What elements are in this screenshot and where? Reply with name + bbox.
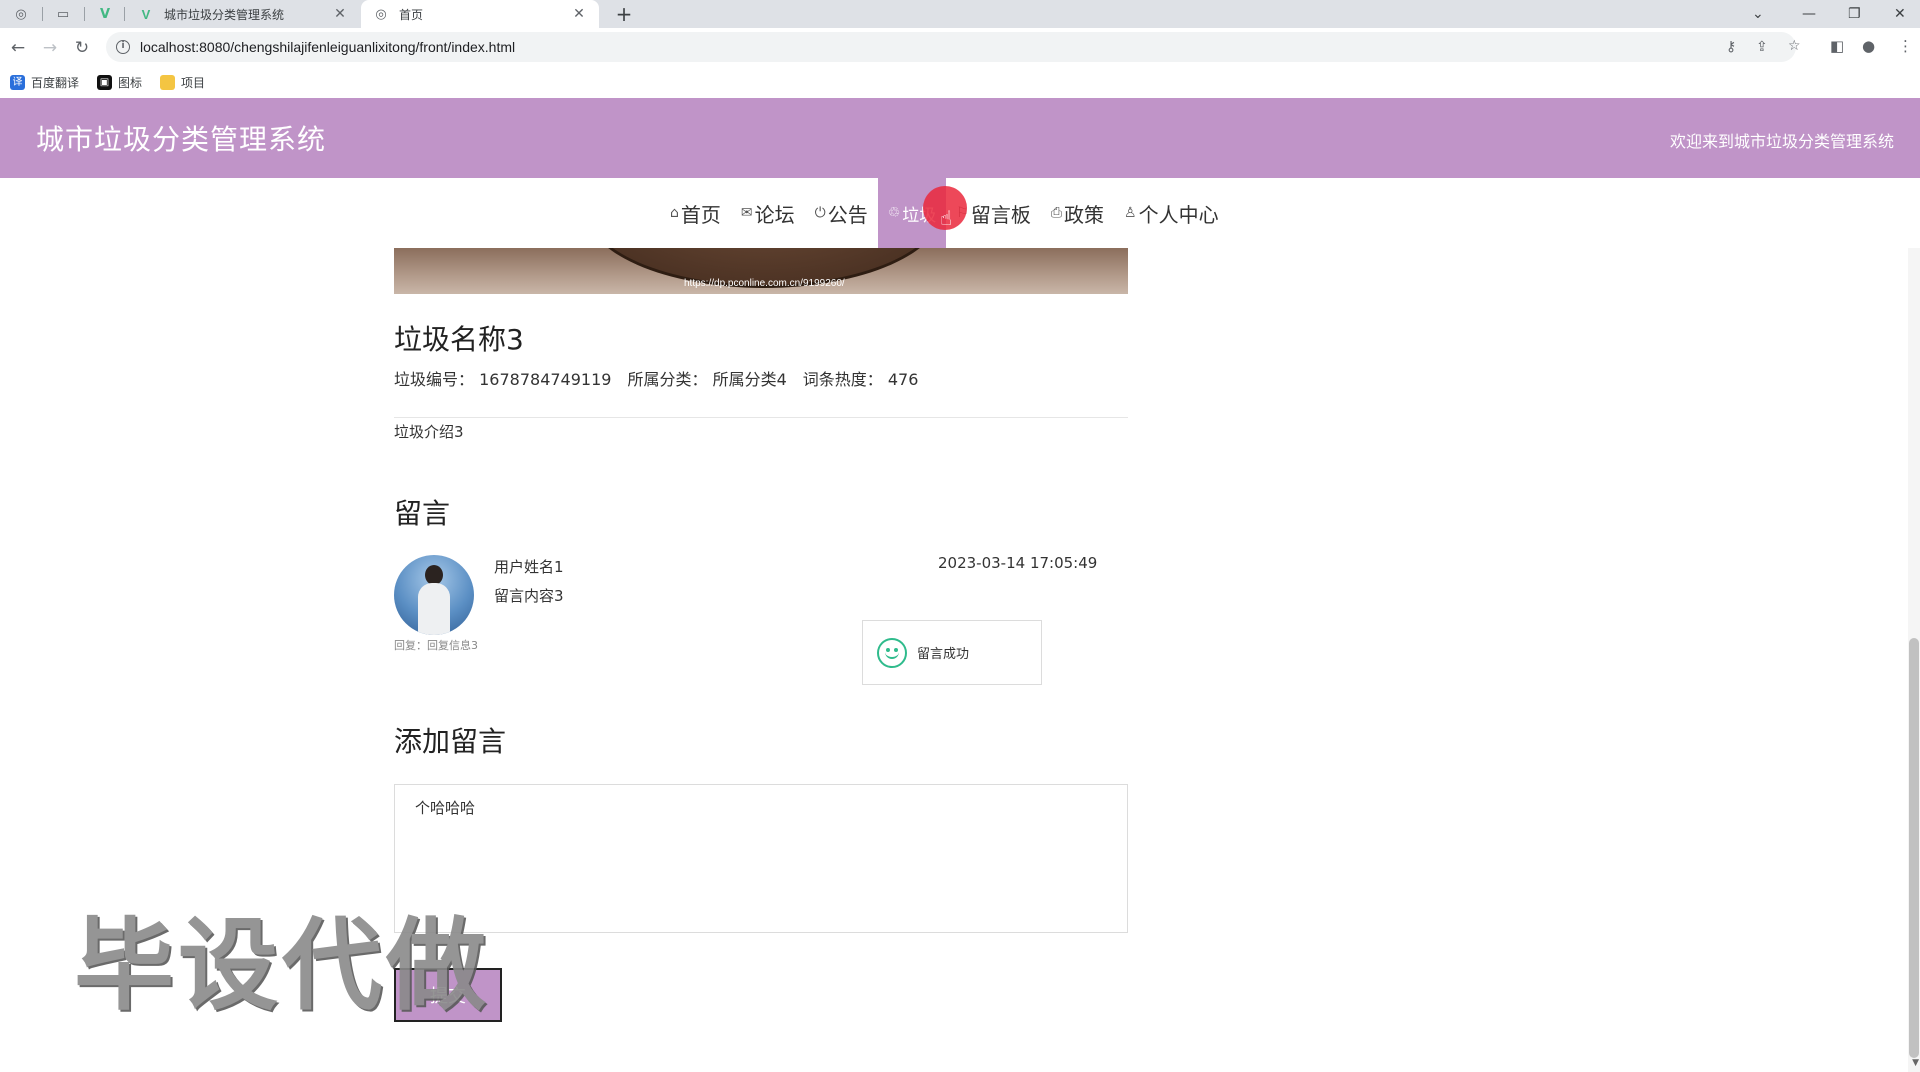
minimize-icon[interactable]: — [1802, 0, 1816, 28]
tab-divider [42, 7, 43, 21]
tab-home[interactable]: ◎ 首页 ✕ [361, 0, 599, 28]
blank-tab-icon[interactable]: ▭ [42, 0, 84, 28]
garbage-image: https://dp.pconline.com.cn/9199260/ [394, 248, 1128, 294]
add-comment-title: 添加留言 [394, 725, 507, 758]
nav-announcement[interactable]: ⏻ 公告 [805, 178, 878, 248]
forward-icon[interactable]: → [38, 36, 62, 60]
user-icon: ♙ [1124, 205, 1137, 221]
comment-time: 2023-03-14 17:05:49 [938, 554, 1098, 572]
mail-icon: ✉ [740, 205, 753, 221]
globe-icon: ◎ [375, 6, 387, 22]
nav-label: 政策 [1064, 202, 1105, 227]
bookmark-icons[interactable]: ▣ 图标 [97, 74, 142, 91]
nav-label: 个人中心 [1138, 202, 1219, 227]
bookmark-label: 项目 [181, 75, 206, 90]
window-close-icon[interactable]: ✕ [1894, 0, 1906, 28]
close-icon[interactable]: ✕ [571, 6, 587, 22]
profile-icon[interactable]: ● [1862, 37, 1875, 55]
garbage-code: 垃圾编号： 1678784749119 [394, 370, 612, 389]
trash-icon: ♲ [887, 205, 901, 221]
nav-label: 留言板 [970, 202, 1031, 227]
nav-label: 首页 [680, 202, 721, 227]
image-icon: ▣ [97, 74, 113, 90]
comment-reply: 回复：回复信息3 [394, 639, 478, 652]
back-icon[interactable]: ← [6, 36, 30, 60]
home-icon: ⌂ [670, 205, 679, 221]
vue-logo-icon: V [141, 6, 151, 22]
tab-search-icon[interactable]: ⌄ [1752, 0, 1764, 28]
omnibox[interactable]: i localhost:8080/chengshilajifenleiguanl… [106, 32, 1796, 62]
folder-icon [160, 74, 176, 90]
printer-icon: ⎙ [1050, 205, 1063, 221]
comments-title: 留言 [394, 497, 451, 530]
garbage-intro: 垃圾介绍3 [394, 423, 464, 441]
reload-icon[interactable]: ↻ [70, 36, 94, 60]
key-icon[interactable]: ⚷ [1726, 39, 1736, 55]
power-icon: ⏻ [814, 205, 826, 221]
bookmarks-bar: 译 百度翻译 ▣ 图标 项目 [0, 66, 1920, 98]
url-text[interactable]: localhost:8080/chengshilajifenleiguanlix… [140, 39, 515, 55]
divider [394, 417, 1128, 418]
globe-icon[interactable]: ◎ [0, 0, 42, 28]
nav-personal-center[interactable]: ♙ 个人中心 [1114, 178, 1229, 248]
smile-icon [877, 637, 907, 668]
toast-message: 留言成功 [917, 647, 970, 662]
watermark: 毕设代做 [74, 907, 490, 1024]
comment-content: 留言内容3 [494, 587, 564, 605]
nav-label: 论坛 [754, 202, 795, 227]
nav-label: 公告 [827, 202, 868, 227]
tab-divider [84, 7, 85, 21]
share-icon[interactable]: ⇪ [1756, 39, 1768, 55]
garbage-heat: 词条热度： 476 [802, 370, 919, 389]
success-toast: 留言成功 [862, 620, 1042, 685]
new-tab-icon[interactable]: + [612, 2, 636, 26]
bookmark-baidu-translate[interactable]: 译 百度翻译 [10, 74, 79, 91]
bookmark-label: 图标 [118, 75, 143, 90]
avatar [394, 555, 474, 635]
image-source-url: https://dp.pconline.com.cn/9199260/ [684, 278, 845, 289]
bookmark-label: 百度翻译 [31, 75, 80, 90]
restore-icon[interactable]: ❐ [1848, 0, 1861, 28]
vue-logo-icon[interactable]: V [84, 0, 126, 28]
tab-city-garbage[interactable]: V 城市垃圾分类管理系统 ✕ [126, 0, 360, 28]
translate-icon: 译 [10, 74, 25, 90]
tab-divider [124, 7, 125, 21]
scrollbar-thumb[interactable] [1909, 638, 1919, 1058]
scroll-down-icon[interactable]: ▼ [1912, 1058, 1919, 1068]
garbage-name: 垃圾名称3 [394, 323, 524, 356]
site-info-icon[interactable]: i [116, 40, 130, 54]
bookmark-projects[interactable]: 项目 [160, 74, 205, 91]
nav-policy[interactable]: ⎙ 政策 [1041, 178, 1114, 248]
garbage-meta: 垃圾编号： 1678784749119 所属分类： 所属分类4 词条热度： 47… [394, 366, 918, 390]
nav-home[interactable]: ⌂ 首页 [660, 178, 731, 248]
comment-user: 用户姓名1 [494, 558, 564, 576]
tab-title: 首页 [399, 7, 424, 22]
close-icon[interactable]: ✕ [332, 6, 348, 22]
site-header: 城市垃圾分类管理系统 欢迎来到城市垃圾分类管理系统 [0, 98, 1920, 178]
star-icon[interactable]: ☆ [1788, 38, 1801, 54]
nav-forum[interactable]: ✉ 论坛 [731, 178, 805, 248]
garbage-category: 所属分类： 所属分类4 [627, 370, 787, 389]
comment-textarea[interactable]: 个哈哈哈 [394, 784, 1128, 933]
side-panel-icon[interactable]: ◧ [1830, 37, 1844, 55]
menu-kebab-icon[interactable]: ⋮ [1898, 37, 1913, 55]
welcome-text: 欢迎来到城市垃圾分类管理系统 [1669, 132, 1894, 151]
tab-title: 城市垃圾分类管理系统 [164, 7, 285, 22]
site-title: 城市垃圾分类管理系统 [36, 123, 327, 156]
hand-cursor-icon: ☝ [940, 206, 953, 230]
